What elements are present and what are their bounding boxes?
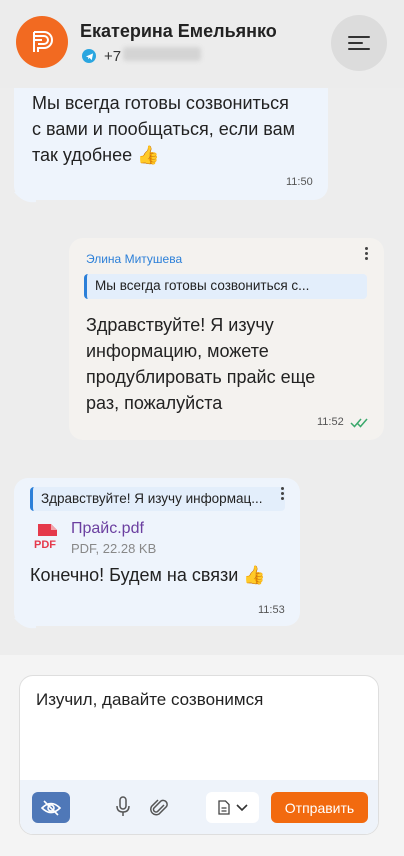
- pdf-attachment[interactable]: PDF Прайс.pdf PDF, 22.28 KB: [34, 520, 274, 560]
- pdf-file-icon: PDF: [34, 523, 60, 553]
- chat-area: Мы всегда готовы созвониться с вами и по…: [0, 0, 404, 655]
- avatar[interactable]: [16, 16, 68, 68]
- double-check-icon: [350, 418, 368, 428]
- message-options-icon[interactable]: [357, 244, 375, 262]
- reply-preview[interactable]: Здравствуйте! Я изучу информац...: [30, 487, 285, 511]
- hide-preview-button[interactable]: [32, 792, 70, 823]
- message-outgoing: Элина Митушева Мы всегда готовы созвонит…: [69, 238, 384, 440]
- eye-off-icon: [41, 799, 61, 816]
- contact-phone: +7: [82, 47, 202, 65]
- bubble-tail: [14, 192, 36, 203]
- message-time: 11:52: [317, 416, 344, 428]
- contact-name: Екатерина Емельянко: [80, 21, 277, 41]
- phone-number: +7: [104, 48, 122, 65]
- document-icon: [217, 800, 230, 815]
- chevron-down-icon: [235, 803, 248, 811]
- message-input[interactable]: Изучил, давайте созвонимся: [36, 690, 263, 710]
- chat-header: Екатерина Емельянко +7: [0, 0, 404, 88]
- bubble-tail: [14, 618, 36, 629]
- sender-name: Элина Митушева: [86, 252, 183, 266]
- telegram-icon: [82, 49, 96, 63]
- message-time: 11:53: [258, 604, 285, 616]
- message-text: Здравствуйте! Я изучу информацию, можете…: [86, 315, 316, 413]
- paperclip-icon: [150, 799, 168, 816]
- menu-icon: [348, 36, 370, 50]
- reply-preview[interactable]: Мы всегда готовы созвониться с...: [84, 274, 367, 299]
- composer-toolbar: Отправить: [20, 780, 378, 834]
- message-text: Мы всегда готовы созвониться с вами и по…: [32, 93, 296, 165]
- attachment-name[interactable]: Прайс.pdf: [71, 520, 144, 538]
- templates-dropdown[interactable]: [206, 792, 259, 823]
- composer: Изучил, давайте созвонимся Отправить: [19, 675, 379, 835]
- pdf-badge: PDF: [34, 539, 56, 551]
- phone-redacted: [123, 47, 202, 61]
- message-text: Конечно! Будем на связи 👍: [30, 565, 266, 585]
- message-options-icon[interactable]: [273, 484, 291, 502]
- microphone-icon: [116, 796, 130, 816]
- composer-area: Изучил, давайте созвонимся Отправить: [0, 655, 404, 856]
- menu-button[interactable]: [331, 15, 387, 71]
- message-incoming-attachment: Здравствуйте! Я изучу информац... PDF Пр…: [14, 478, 300, 626]
- send-button[interactable]: Отправить: [271, 792, 368, 823]
- attachment-meta: PDF, 22.28 KB: [71, 541, 157, 556]
- message-incoming: Мы всегда готовы созвониться с вами и по…: [14, 70, 328, 200]
- brand-logo-icon: [33, 31, 53, 52]
- attach-button[interactable]: [148, 794, 170, 820]
- microphone-button[interactable]: [112, 794, 134, 820]
- message-time: 11:50: [286, 176, 313, 188]
